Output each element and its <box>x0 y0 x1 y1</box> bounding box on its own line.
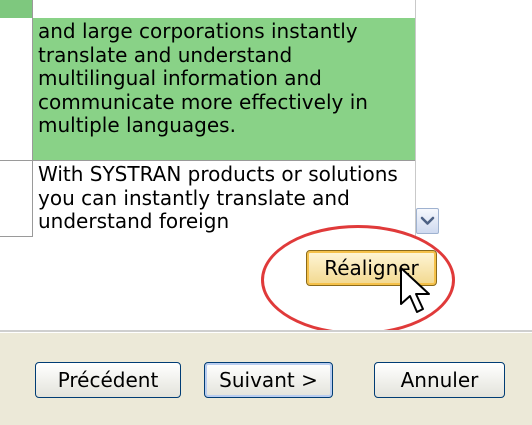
chevron-down-icon <box>420 216 435 225</box>
next-button[interactable]: Suivant > <box>204 362 333 398</box>
segment-text: With SYSTRAN products or solutions you c… <box>38 162 398 233</box>
segment-text: and large corporations instantly transla… <box>38 19 368 137</box>
cancel-button[interactable]: Annuler <box>374 362 505 398</box>
segment-row-selected[interactable]: and large corporations instantly transla… <box>33 18 415 160</box>
vertical-scrollbar[interactable] <box>415 0 416 237</box>
scroll-down-button[interactable] <box>416 208 439 234</box>
previous-button[interactable]: Précédent <box>35 362 181 398</box>
row-separator <box>0 236 33 237</box>
segment-row-stub <box>0 0 32 18</box>
mouse-pointer-icon <box>400 267 430 313</box>
